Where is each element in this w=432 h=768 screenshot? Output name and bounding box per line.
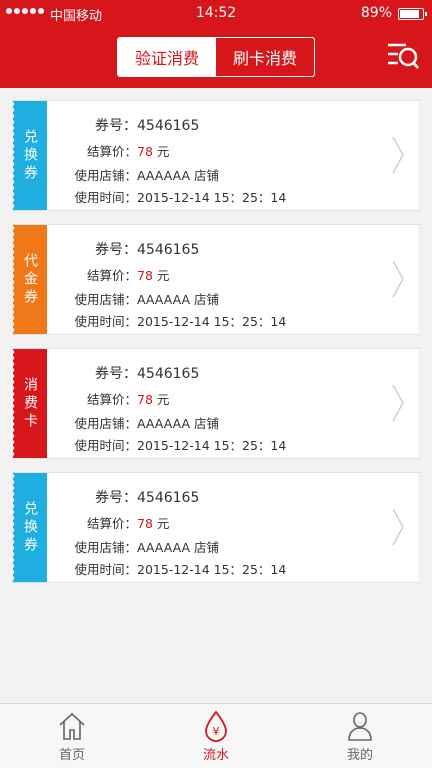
tab-home-label: 首页 (58, 748, 85, 763)
battery-icon (398, 8, 427, 20)
tab-home[interactable]: 首页 (0, 704, 144, 768)
tab-mine-label: 我的 (346, 748, 373, 763)
time-label: 使用时间： (74, 438, 137, 453)
list-item[interactable]: 兑换券 券号：4546165 结算价：78 元 使用店铺：AAAAAA 店铺 使… (12, 100, 420, 211)
store-label: 使用店铺： (74, 416, 137, 431)
price-value: 78 (137, 144, 153, 159)
user-icon (348, 712, 372, 741)
filter-search-icon[interactable] (386, 40, 420, 72)
price-unit: 元 (156, 392, 170, 407)
price-value: 78 (137, 392, 153, 407)
coupon-label: 券号： (95, 118, 137, 134)
coupon-label: 券号： (95, 242, 137, 258)
home-icon (59, 712, 85, 740)
use-time: 2015-12-14 15：25：14 (137, 190, 287, 205)
card-type-tag: 兑换券 (12, 473, 47, 582)
card-type-tag: 兑换券 (12, 101, 47, 210)
tab-verify-consumption[interactable]: 验证消费 (118, 38, 216, 76)
chevron-right-icon (392, 136, 404, 174)
card-type-tag: 代金券 (12, 225, 47, 334)
chevron-right-icon (392, 384, 404, 422)
coupon-number: 4546165 (137, 118, 200, 134)
tab-transactions[interactable]: ¥ 流水 (144, 704, 288, 768)
store-name: AAAAAA 店铺 (137, 416, 220, 431)
header: 中国移动 14:52 89% 验证消费 刷卡消费 (0, 0, 432, 88)
list-item[interactable]: 消费卡 券号：4546165 结算价：78 元 使用店铺：AAAAAA 店铺 使… (12, 348, 420, 459)
price-label: 结算价： (86, 268, 137, 283)
store-name: AAAAAA 店铺 (137, 540, 220, 555)
card-type-tag: 消费卡 (12, 349, 47, 458)
consumption-list: 兑换券 券号：4546165 结算价：78 元 使用店铺：AAAAAA 店铺 使… (12, 100, 420, 596)
price-value: 78 (137, 268, 153, 283)
use-time: 2015-12-14 15：25：14 (137, 438, 287, 453)
price-unit: 元 (156, 516, 170, 531)
yuan-drop-icon: ¥ (205, 710, 227, 742)
price-label: 结算价： (86, 516, 137, 531)
price-unit: 元 (156, 144, 170, 159)
bottom-tab-bar: 首页 ¥ 流水 我的 (0, 703, 432, 768)
price-value: 78 (137, 516, 153, 531)
tab-mine[interactable]: 我的 (288, 704, 432, 768)
list-item[interactable]: 代金券 券号：4546165 结算价：78 元 使用店铺：AAAAAA 店铺 使… (12, 224, 420, 335)
store-label: 使用店铺： (74, 540, 137, 555)
screen: 中国移动 14:52 89% 验证消费 刷卡消费 兑换券 券号：4546165 … (0, 0, 432, 768)
status-bar: 中国移动 14:52 89% (0, 0, 432, 28)
store-label: 使用店铺： (74, 292, 137, 307)
price-unit: 元 (156, 268, 170, 283)
tab-transactions-label: 流水 (202, 748, 229, 763)
battery-percent: 89% (360, 5, 392, 21)
tab-card-consumption[interactable]: 刷卡消费 (216, 38, 314, 76)
store-label: 使用店铺： (74, 168, 137, 183)
time-label: 使用时间： (74, 562, 137, 577)
price-label: 结算价： (86, 392, 137, 407)
price-label: 结算价： (86, 144, 137, 159)
chevron-right-icon (392, 260, 404, 298)
coupon-label: 券号： (95, 490, 137, 506)
store-name: AAAAAA 店铺 (137, 292, 220, 307)
coupon-label: 券号： (95, 366, 137, 382)
chevron-right-icon (392, 508, 404, 546)
coupon-number: 4546165 (137, 242, 200, 258)
list-item[interactable]: 兑换券 券号：4546165 结算价：78 元 使用店铺：AAAAAA 店铺 使… (12, 472, 420, 583)
svg-text:¥: ¥ (213, 725, 220, 738)
consumption-type-switch: 验证消费 刷卡消费 (117, 37, 315, 77)
coupon-number: 4546165 (137, 490, 200, 506)
use-time: 2015-12-14 15：25：14 (137, 562, 287, 577)
use-time: 2015-12-14 15：25：14 (137, 314, 287, 329)
time-label: 使用时间： (74, 190, 137, 205)
store-name: AAAAAA 店铺 (137, 168, 220, 183)
coupon-number: 4546165 (137, 366, 200, 382)
time-label: 使用时间： (74, 314, 137, 329)
